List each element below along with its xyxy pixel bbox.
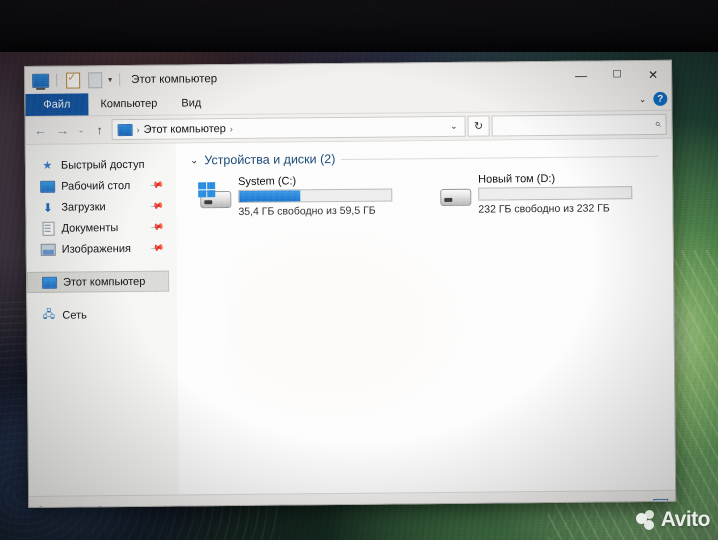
drive-name: System (C:) — [238, 175, 297, 188]
desktop-icon — [40, 180, 56, 193]
sidebar-item-label: Этот компьютер — [63, 275, 146, 289]
window-controls: — ☐ ✕ — [563, 61, 671, 89]
breadcrumb[interactable]: › Этот компьютер › ⌄ — [111, 115, 466, 141]
download-icon: ⬇ — [42, 200, 53, 215]
sidebar-item-pictures[interactable]: Изображения 📌 — [27, 238, 177, 260]
window-body: ★ Быстрый доступ Рабочий стол 📌 ⬇ Загруз… — [25, 138, 676, 496]
refresh-button[interactable]: ↻ — [467, 115, 490, 137]
properties-icon[interactable] — [64, 71, 81, 89]
pin-icon[interactable]: 📌 — [149, 241, 165, 256]
content-pane: ⌄ Устройства и диски (2) System (C:) 35,… — [175, 138, 676, 495]
tab-computer[interactable]: Компьютер — [88, 93, 169, 116]
navigation-pane: ★ Быстрый доступ Рабочий стол 📌 ⬇ Загруз… — [25, 143, 180, 496]
window-title: Этот компьютер — [131, 72, 218, 86]
group-divider — [341, 155, 658, 160]
pin-icon[interactable]: 📌 — [149, 178, 164, 193]
drive-free-space: 232 ГБ свободно из 232 ГБ — [478, 202, 610, 216]
pictures-icon — [40, 243, 56, 256]
close-button[interactable]: ✕ — [635, 61, 671, 88]
breadcrumb-pc-icon — [117, 123, 133, 136]
avito-watermark: Avito — [635, 508, 711, 532]
back-button[interactable]: ← — [31, 120, 51, 140]
search-input[interactable]: ⌕ — [491, 113, 667, 137]
drive-usage-bar — [478, 186, 633, 201]
group-title: Устройства и диски (2) — [204, 152, 336, 168]
quick-access-toolbar: ▾ — [25, 71, 122, 89]
tab-file[interactable]: Файл — [25, 93, 89, 116]
toolbar-divider-2 — [119, 73, 121, 87]
forward-button[interactable]: → — [53, 120, 73, 140]
group-header-devices-and-drives[interactable]: ⌄ Устройства и диски (2) — [188, 149, 672, 168]
star-icon: ★ — [42, 159, 53, 172]
pin-icon[interactable]: 📌 — [149, 199, 165, 214]
chevron-down-icon[interactable]: ⌄ — [639, 94, 647, 105]
sidebar-item-label: Изображения — [61, 242, 131, 256]
minimize-button[interactable]: — — [563, 61, 599, 88]
chevron-down-icon[interactable]: ⌄ — [190, 155, 198, 166]
tab-view[interactable]: Вид — [169, 92, 213, 114]
up-button[interactable]: ↑ — [90, 120, 110, 140]
monitor-bezel — [0, 0, 718, 52]
breadcrumb-item-this-pc[interactable]: Этот компьютер — [144, 123, 226, 136]
breadcrumb-separator-1: › — [136, 124, 140, 135]
drive-icon — [438, 180, 472, 207]
drive-list: System (C:) 35,4 ГБ свободно из 59,5 ГБ … — [188, 172, 672, 219]
sidebar-item-label: Рабочий стол — [61, 179, 131, 193]
network-icon: 🖧 — [42, 308, 56, 321]
sidebar-item-documents[interactable]: Документы 📌 — [26, 217, 176, 239]
sidebar-item-this-pc[interactable]: Этот компьютер — [26, 270, 170, 293]
recent-locations-icon[interactable]: ⌄ — [75, 120, 88, 140]
avito-logo-icon — [635, 509, 657, 531]
windows-drive-icon — [198, 182, 232, 209]
maximize-button[interactable]: ☐ — [599, 61, 635, 88]
breadcrumb-separator-2: › — [229, 123, 233, 134]
new-folder-icon[interactable] — [86, 71, 103, 88]
this-pc-icon — [42, 276, 58, 289]
drive-item-d[interactable]: Новый том (D:) 232 ГБ свободно из 232 ГБ — [438, 172, 633, 216]
pin-icon[interactable]: 📌 — [149, 220, 165, 235]
toolbar-divider — [56, 73, 58, 87]
drive-free-space: 35,4 ГБ свободно из 59,5 ГБ — [238, 204, 376, 218]
photographed-screen: ▾ Этот компьютер — ☐ ✕ Файл Компьютер Ви… — [0, 0, 718, 540]
sidebar-item-label: Быстрый доступ — [60, 158, 145, 172]
help-icon[interactable]: ? — [653, 91, 668, 106]
drive-item-c[interactable]: System (C:) 35,4 ГБ свободно из 59,5 ГБ — [198, 174, 393, 218]
sidebar-item-downloads[interactable]: ⬇ Загрузки 📌 — [26, 196, 176, 218]
customize-chevron-icon[interactable]: ▾ — [108, 75, 112, 84]
address-dropdown-icon[interactable]: ⌄ — [450, 121, 460, 132]
file-explorer-window: ▾ Этот компьютер — ☐ ✕ Файл Компьютер Ви… — [24, 59, 677, 508]
sidebar-item-label: Загрузки — [61, 200, 106, 214]
sidebar-item-label: Документы — [61, 221, 119, 235]
avito-watermark-text: Avito — [660, 508, 711, 531]
sidebar-item-quick-access[interactable]: ★ Быстрый доступ — [26, 154, 176, 176]
ribbon-right-controls: ⌄ ? — [639, 88, 668, 110]
this-pc-icon[interactable] — [32, 73, 50, 88]
drive-usage-bar — [238, 188, 393, 203]
sidebar-item-network[interactable]: 🖧 Сеть — [27, 304, 177, 326]
sidebar-item-label: Сеть — [62, 308, 87, 322]
search-placeholder — [498, 124, 655, 126]
search-icon[interactable]: ⌕ — [654, 118, 660, 131]
document-icon — [40, 221, 55, 236]
drive-name: Новый том (D:) — [478, 172, 556, 186]
sidebar-item-desktop[interactable]: Рабочий стол 📌 — [26, 175, 176, 197]
